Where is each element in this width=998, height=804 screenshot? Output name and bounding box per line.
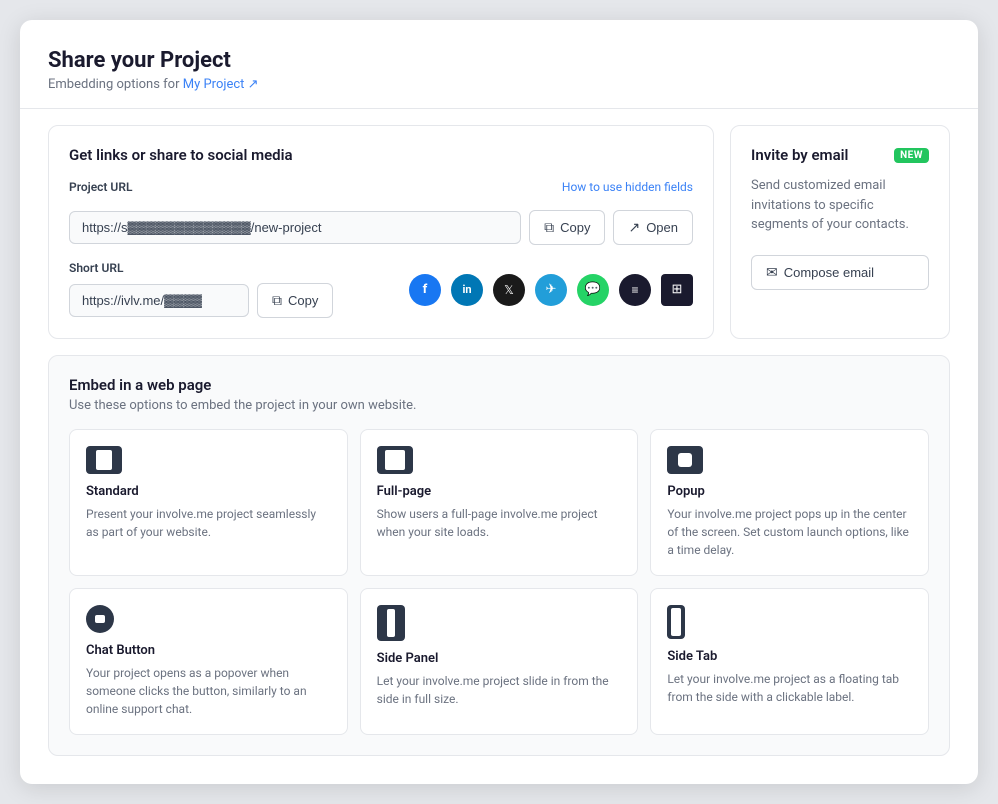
embed-sidepanel-desc: Let your involve.me project slide in fro… [377, 672, 622, 708]
short-url-section: Short URL ⧉ Copy f in [69, 261, 693, 318]
facebook-share-button[interactable]: f [409, 274, 441, 306]
copy-url-button[interactable]: ⧉ Copy [529, 210, 605, 245]
embed-standard-title: Standard [86, 484, 331, 499]
short-url-row: ⧉ Copy [69, 283, 333, 318]
embed-popup-title: Popup [667, 484, 912, 499]
embed-title: Embed in a web page [69, 376, 929, 394]
modal-header: Share your Project Embedding options for… [48, 48, 950, 92]
buffer-share-button[interactable]: ≡ [619, 274, 651, 306]
popup-icon [667, 446, 703, 474]
embed-options-grid: Standard Present your involve.me project… [69, 429, 929, 735]
page-title: Share your Project [48, 48, 950, 73]
linkedin-share-button[interactable]: in [451, 274, 483, 306]
sidepanel-icon-wrap [377, 605, 622, 641]
sidetab-icon [667, 605, 685, 639]
modal-subtitle: Embedding options for My Project ↗ [48, 77, 950, 92]
short-url-left: Short URL ⧉ Copy [69, 261, 333, 318]
standard-icon [86, 446, 122, 474]
invite-header: Invite by email NEW [751, 146, 929, 164]
email-icon: ✉ [766, 264, 778, 281]
short-url-label: Short URL [69, 261, 333, 275]
copy-short-url-button[interactable]: ⧉ Copy [257, 283, 333, 318]
embed-description: Use these options to embed the project i… [69, 398, 929, 413]
share-card-title: Get links or share to social media [69, 146, 693, 164]
embed-chatbutton-desc: Your project opens as a popover when som… [86, 664, 331, 718]
embed-fullpage-title: Full-page [377, 484, 622, 499]
invite-title: Invite by email [751, 146, 848, 164]
embed-option-standard[interactable]: Standard Present your involve.me project… [69, 429, 348, 576]
project-url-label: Project URL [69, 180, 132, 194]
chatbutton-icon [86, 605, 114, 633]
embed-option-popup[interactable]: Popup Your involve.me project pops up in… [650, 429, 929, 576]
embed-fullpage-desc: Show users a full-page involve.me projec… [377, 505, 622, 541]
how-to-hidden-fields-link[interactable]: How to use hidden fields [562, 180, 693, 194]
short-url-input[interactable] [69, 284, 249, 317]
open-icon: ↗ [628, 219, 640, 236]
copy-short-icon: ⧉ [272, 292, 282, 309]
embed-sidetab-desc: Let your involve.me project as a floatin… [667, 670, 912, 706]
embed-popup-desc: Your involve.me project pops up in the c… [667, 505, 912, 559]
telegram-share-button[interactable]: ✈ [535, 274, 567, 306]
compose-email-button[interactable]: ✉ Compose email [751, 255, 929, 290]
new-badge: NEW [894, 148, 929, 163]
copy-icon: ⧉ [544, 219, 554, 236]
invite-description: Send customized email invitations to spe… [751, 176, 929, 235]
whatsapp-share-button[interactable]: 💬 [577, 274, 609, 306]
project-url-input[interactable] [69, 211, 521, 244]
embed-sidepanel-title: Side Panel [377, 651, 622, 666]
embed-section: Embed in a web page Use these options to… [48, 355, 950, 756]
project-url-row: ⧉ Copy ↗ Open [69, 210, 693, 245]
qr-code-button[interactable]: ⊞ [661, 274, 693, 306]
header-divider [20, 108, 978, 109]
embed-chatbutton-title: Chat Button [86, 643, 331, 658]
open-url-button[interactable]: ↗ Open [613, 210, 693, 245]
fullpage-icon [377, 446, 413, 474]
top-section: Get links or share to social media Proje… [48, 125, 950, 339]
project-url-header: Project URL How to use hidden fields [69, 180, 693, 202]
twitter-share-button[interactable]: 𝕏 [493, 274, 525, 306]
chatbutton-icon-wrap [86, 605, 331, 633]
embed-option-fullpage[interactable]: Full-page Show users a full-page involve… [360, 429, 639, 576]
sidetab-icon-wrap [667, 605, 912, 639]
embed-standard-desc: Present your involve.me project seamless… [86, 505, 331, 541]
sidepanel-icon [377, 605, 405, 641]
project-link[interactable]: My Project ↗ [183, 77, 259, 92]
social-icons-group: f in 𝕏 ✈ 💬 ≡ [409, 274, 693, 306]
share-card: Get links or share to social media Proje… [48, 125, 714, 339]
share-modal: Share your Project Embedding options for… [20, 20, 978, 784]
invite-card: Invite by email NEW Send customized emai… [730, 125, 950, 339]
